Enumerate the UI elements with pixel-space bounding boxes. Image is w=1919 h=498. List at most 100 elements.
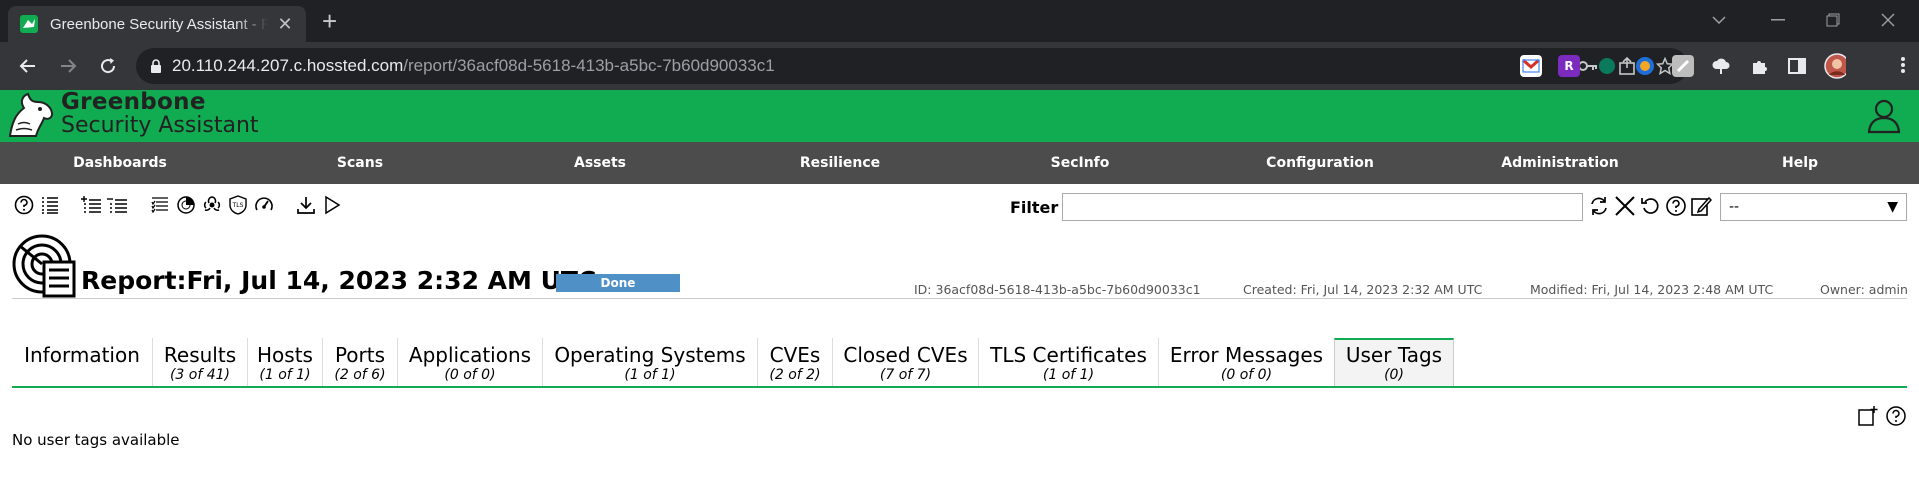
status-badge: Done (556, 274, 680, 292)
tab-information[interactable]: Information (12, 338, 152, 386)
update-filter-icon[interactable] (1588, 195, 1610, 217)
menu-configuration[interactable]: Configuration (1266, 142, 1374, 184)
report-id: ID: 36acf08d-5618-413b-a5bc-7b60d90033c1 (914, 282, 1201, 297)
r-extension-icon[interactable]: R (1558, 55, 1580, 77)
menu-help[interactable]: Help (1782, 142, 1818, 184)
tab-operating-systems[interactable]: Operating Systems (1 of 1) (542, 338, 757, 386)
greenbone-favicon-icon (20, 15, 38, 33)
reset-filter-icon[interactable] (1640, 195, 1662, 217)
edit-filter-icon[interactable] (1690, 195, 1712, 217)
tab-label: Hosts (257, 343, 313, 367)
tab-count: (0 of 0) (1220, 367, 1273, 383)
user-menu-icon[interactable] (1867, 98, 1901, 134)
report-created: Created: Fri, Jul 14, 2023 2:32 AM UTC (1243, 282, 1483, 297)
minimize-icon[interactable] (1755, 0, 1801, 40)
new-tab-icon[interactable]: + (322, 6, 337, 37)
tab-results[interactable]: Results (3 of 41) (152, 338, 247, 386)
restore-icon[interactable] (1810, 0, 1856, 40)
lock-icon[interactable] (150, 59, 162, 73)
browser-address-bar: 20.110.244.207.c.hossted.com/report/36ac… (0, 42, 1919, 90)
help-icon[interactable] (12, 193, 36, 217)
cloud-extension-icon[interactable] (1710, 55, 1732, 77)
tab-ports[interactable]: Ports (2 of 6) (322, 338, 397, 386)
tab-user-tags[interactable]: User Tags (0) (1334, 338, 1454, 386)
tab-count: (1 of 1) (259, 367, 311, 383)
app-logo-text[interactable]: Greenbone Security Assistant (61, 89, 259, 138)
profile-avatar[interactable] (1824, 53, 1846, 79)
page-title: Report:Fri, Jul 14, 2023 2:32 AM UTC (81, 266, 597, 295)
tab-error-messages[interactable]: Error Messages (0 of 0) (1158, 338, 1334, 386)
tab-cves[interactable]: CVEs (2 of 2) (757, 338, 832, 386)
empty-state-message: No user tags available (12, 431, 180, 449)
tab-hosts[interactable]: Hosts (1 of 1) (247, 338, 322, 386)
close-window-icon[interactable] (1865, 0, 1911, 40)
menu-assets[interactable]: Assets (574, 142, 626, 184)
browser-tab-strip: Greenbone Security Assistant - Report ✕ … (0, 0, 1919, 42)
divider (12, 298, 1907, 299)
tab-count: (2 of 6) (334, 367, 386, 383)
performance-icon[interactable] (252, 193, 276, 217)
report-list-icon[interactable] (38, 193, 62, 217)
tls-certificates-icon[interactable]: TLS (226, 193, 250, 217)
user-tags-actions (1857, 405, 1907, 427)
back-icon[interactable] (10, 48, 46, 84)
side-panel-icon[interactable] (1786, 55, 1808, 77)
tab-label: TLS Certificates (990, 343, 1147, 367)
chrome-menu-icon[interactable] (1901, 56, 1905, 78)
green-circle-extension-icon[interactable] (1596, 55, 1618, 77)
tab-label: Results (163, 343, 237, 367)
tab-label: CVEs (769, 343, 821, 367)
remove-filter-icon[interactable] (1613, 195, 1637, 217)
tab-label: Applications (408, 343, 532, 367)
chevron-down-icon: ▼ (1887, 199, 1898, 215)
tab-search-icon[interactable] (1696, 0, 1742, 40)
results-icon[interactable] (174, 193, 198, 217)
gmail-extension-icon[interactable] (1520, 55, 1542, 77)
add-to-assets-icon[interactable] (80, 193, 104, 217)
logo-line-1: Greenbone (61, 89, 206, 115)
svg-text:TLS: TLS (232, 202, 244, 209)
filter-help-icon[interactable] (1665, 195, 1687, 217)
tab-count: (7 of 7) (879, 367, 932, 383)
logo-line-2: Security Assistant (61, 113, 259, 138)
trigger-alert-icon[interactable] (320, 193, 344, 217)
forward-icon[interactable] (50, 48, 86, 84)
extensions-puzzle-icon[interactable] (1748, 55, 1770, 77)
filter-select[interactable]: -- ▼ (1720, 193, 1907, 221)
tab-closed-cves[interactable]: Closed CVEs (7 of 7) (832, 338, 978, 386)
report-modified: Modified: Fri, Jul 14, 2023 2:48 AM UTC (1530, 282, 1774, 297)
url-bar[interactable]: 20.110.244.207.c.hossted.com/report/36ac… (136, 48, 1688, 84)
reload-icon[interactable] (90, 48, 126, 84)
menu-dashboards[interactable]: Dashboards (73, 142, 167, 184)
help-icon[interactable] (1885, 405, 1907, 427)
tab-label: Closed CVEs (843, 343, 968, 367)
new-tag-icon[interactable] (1857, 405, 1879, 427)
menu-secinfo[interactable]: SecInfo (1051, 142, 1110, 184)
close-tab-icon[interactable]: ✕ (276, 14, 294, 35)
tab-count: (1 of 1) (624, 367, 676, 383)
filter-select-value: -- (1729, 199, 1740, 215)
report-icon (12, 234, 76, 298)
filter-input[interactable] (1062, 193, 1583, 221)
tab-label: Operating Systems (554, 343, 746, 367)
report-owner: Owner: admin (1820, 282, 1908, 297)
tab-tls-certificates[interactable]: TLS Certificates (1 of 1) (978, 338, 1158, 386)
badge-extension-icon[interactable] (1634, 55, 1656, 77)
remove-from-assets-icon[interactable] (106, 193, 130, 217)
download-icon[interactable] (294, 193, 318, 217)
tab-applications[interactable]: Applications (0 of 0) (397, 338, 542, 386)
browser-tab[interactable]: Greenbone Security Assistant - Report ✕ (8, 6, 306, 42)
tab-count: (2 of 2) (769, 367, 821, 383)
vulnerabilities-icon[interactable] (200, 193, 224, 217)
task-details-icon[interactable] (148, 193, 172, 217)
menu-resilience[interactable]: Resilience (800, 142, 880, 184)
menu-scans[interactable]: Scans (337, 142, 383, 184)
tool-extension-icon[interactable] (1672, 55, 1694, 77)
tab-count: (1 of 1) (1042, 367, 1095, 383)
tab-count: (3 of 41) (169, 367, 231, 383)
greenbone-dragon-logo-icon[interactable] (6, 92, 56, 140)
menu-administration[interactable]: Administration (1501, 142, 1618, 184)
url-text: 20.110.244.207.c.hossted.com/report/36ac… (172, 56, 775, 75)
gsa-header: Greenbone Security Assistant (0, 90, 1919, 142)
report-toolbar: TLS (12, 192, 346, 218)
